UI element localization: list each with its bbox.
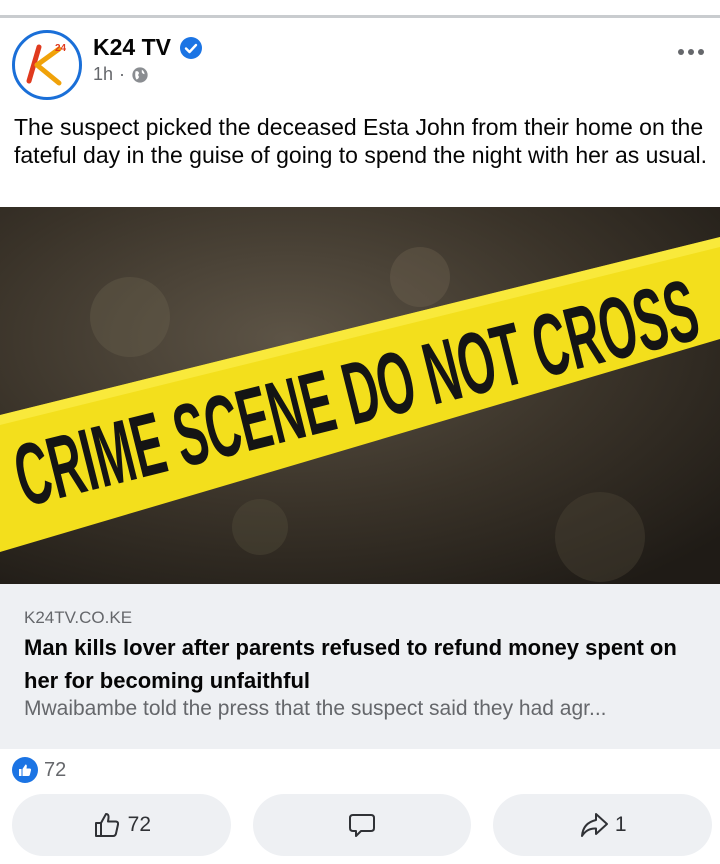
k24-logo: 24 bbox=[26, 43, 67, 86]
link-preview-card[interactable]: K24TV.CO.KE Man kills lover after parent… bbox=[0, 584, 720, 749]
like-button[interactable]: 72 bbox=[12, 794, 231, 856]
verified-badge-icon bbox=[179, 36, 202, 59]
post-time[interactable]: 1h bbox=[93, 64, 113, 85]
thumbs-up-icon bbox=[94, 813, 119, 837]
share-icon bbox=[580, 813, 608, 837]
link-domain: K24TV.CO.KE bbox=[24, 608, 133, 627]
more-options-icon[interactable] bbox=[676, 42, 706, 62]
link-description: Mwaibambe told the press that the suspec… bbox=[24, 697, 607, 720]
post-header: 24 K24 TV 1h · bbox=[0, 22, 720, 106]
comment-icon bbox=[349, 814, 375, 837]
svg-text:24: 24 bbox=[55, 43, 67, 54]
page-name-label[interactable]: K24 TV bbox=[93, 34, 171, 61]
page-name[interactable]: K24 TV bbox=[93, 34, 203, 61]
crime-scene-tape-image: CRIME SCENE DO NOT CROSS bbox=[0, 207, 720, 584]
globe-icon[interactable] bbox=[131, 66, 149, 84]
share-count: 1 bbox=[614, 813, 627, 836]
reaction-count[interactable]: 72 bbox=[44, 759, 66, 782]
reaction-summary[interactable]: 72 bbox=[12, 757, 66, 783]
post-text: The suspect picked the deceased Esta Joh… bbox=[14, 114, 708, 168]
top-divider bbox=[0, 0, 720, 18]
post-meta: 1h · bbox=[93, 64, 149, 85]
post-photo[interactable]: CRIME SCENE DO NOT CROSS bbox=[0, 207, 720, 584]
link-headline[interactable]: Man kills lover after parents refused to… bbox=[24, 631, 704, 697]
meta-separator: · bbox=[119, 64, 126, 84]
share-button[interactable]: 1 bbox=[493, 794, 713, 856]
like-reaction-icon bbox=[12, 757, 38, 783]
like-count: 72 bbox=[127, 813, 152, 836]
action-bar: 72 1 bbox=[12, 794, 713, 856]
comment-button[interactable] bbox=[252, 794, 472, 856]
page-avatar[interactable]: 24 bbox=[12, 30, 82, 100]
